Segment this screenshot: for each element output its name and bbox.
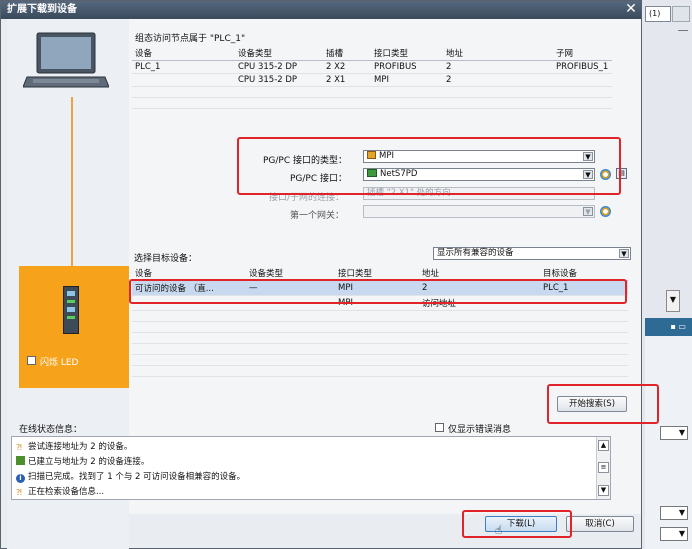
list-item: 已建立与地址为 2 的设备连接。 (16, 455, 149, 467)
first-gateway-label: 第一个网关： (290, 211, 345, 221)
config-table: 设备 设备类型 插槽 接口类型 地址 子网 PLC_1 CPU 315-2 DP… (132, 46, 612, 109)
cell: 2 X2 (323, 60, 371, 74)
config-col-type: 设备类型 (235, 46, 323, 61)
table-row (132, 343, 628, 355)
first-gateway-dropdown[interactable]: ▼ (363, 205, 595, 218)
background-toolbar: ▪ ▭ (645, 318, 692, 336)
cancel-button[interactable]: 取消(C) (566, 516, 634, 532)
list-item: ⁈ 正在检索设备信息... (16, 485, 104, 497)
config-col-address: 地址 (443, 46, 553, 61)
errors-only-checkbox[interactable] (435, 423, 444, 432)
device-filter-value: 显示所有兼容的设备 (437, 248, 514, 258)
scroll-up-icon[interactable]: ▲ (598, 440, 609, 451)
background-dropdown[interactable]: ▼ (660, 426, 688, 440)
cell: PLC_1 (132, 60, 235, 74)
table-row (132, 321, 628, 333)
flash-led-label: 闪烁 LED (40, 358, 79, 368)
background-scroll-down-icon[interactable]: ▼ (666, 290, 680, 312)
cell: 2 (443, 60, 553, 74)
mouse-cursor-icon: ☝ (495, 523, 503, 537)
scroll-thumb[interactable]: ≡ (598, 462, 609, 473)
scroll-down-icon[interactable]: ▼ (598, 485, 609, 496)
connected-icon (16, 456, 25, 465)
gateway-status-icon[interactable] (600, 206, 611, 217)
log-text: 扫描已完成。找到了 1 个与 2 可访问设备相兼容的设备。 (28, 472, 246, 482)
table-row (132, 86, 612, 98)
background-dropdown-2[interactable]: ▼ (660, 506, 688, 520)
target-row-highlight (129, 279, 627, 304)
log-scrollbar[interactable]: ▲ ≡ ▼ (596, 437, 610, 499)
config-col-iface: 接口类型 (371, 46, 443, 61)
plc-device-icon (63, 286, 79, 334)
cell (553, 73, 612, 87)
download-dialog: 扩展下载到设备 ✕ 闪烁 LED 组态访问节点属于 "PLC_1" 设备 设备类… (0, 0, 659, 549)
laptop-icon (23, 32, 109, 88)
cell: 2 X1 (323, 73, 371, 87)
table-row (132, 97, 612, 109)
config-col-subnet: 子网 (553, 46, 612, 61)
connection-line (71, 97, 73, 267)
log-text: 已建立与地址为 2 的设备连接。 (28, 457, 150, 467)
chevron-down-icon[interactable]: ▼ (619, 249, 629, 258)
list-item: ⁈ 尝试连接地址为 2 的设备。 (16, 440, 132, 452)
chevron-down-icon[interactable]: ▼ (583, 207, 593, 216)
cell: PROFIBUS (371, 60, 443, 74)
dialog-title: 扩展下载到设备 (1, 1, 641, 19)
background-divider (678, 30, 688, 31)
cell: CPU 315-2 DP (235, 73, 323, 87)
device-filter-dropdown[interactable]: 显示所有兼容的设备 ▼ (433, 247, 631, 260)
log-text: 尝试连接地址为 2 的设备。 (28, 442, 133, 452)
info-icon: i (16, 474, 25, 483)
target-section-title: 选择目标设备： (134, 254, 198, 264)
cell (132, 73, 235, 87)
config-section-title: 组态访问节点属于 "PLC_1" (135, 34, 246, 44)
interface-highlight (237, 137, 621, 195)
background-tab-2[interactable] (672, 6, 690, 22)
searching-icon: ⁈ (16, 488, 22, 497)
errors-only-label: 仅显示错误消息 (448, 425, 512, 435)
background-dropdown-3[interactable]: ▼ (660, 527, 688, 541)
table-row (132, 310, 628, 322)
table-row[interactable]: CPU 315-2 DP 2 X1 MPI 2 (132, 73, 612, 87)
flash-led-checkbox[interactable] (27, 356, 36, 365)
background-toolbar-icon[interactable]: ▪ ▭ (670, 322, 686, 331)
download-highlight (462, 510, 572, 538)
table-row (132, 365, 628, 377)
close-icon[interactable]: ✕ (623, 2, 639, 18)
table-row (132, 354, 628, 366)
cell: PROFIBUS_1 (553, 60, 612, 74)
online-status-title: 在线状态信息： (19, 425, 83, 435)
log-text: 正在检索设备信息... (28, 487, 105, 497)
search-highlight (547, 384, 659, 424)
background-tab[interactable]: (1) (645, 6, 671, 22)
list-item: i 扫描已完成。找到了 1 个与 2 可访问设备相兼容的设备。 (16, 470, 245, 483)
cell: MPI (371, 73, 443, 87)
searching-icon: ⁈ (16, 443, 22, 452)
status-log: ⁈ 尝试连接地址为 2 的设备。 已建立与地址为 2 的设备连接。 i 扫描已完成。… (11, 436, 611, 500)
table-row (132, 332, 628, 344)
config-col-slot: 插槽 (323, 46, 371, 61)
cell: CPU 315-2 DP (235, 60, 323, 74)
table-row[interactable]: PLC_1 CPU 315-2 DP 2 X2 PROFIBUS 2 PROFI… (132, 60, 612, 74)
cell: 2 (443, 73, 553, 87)
config-col-device: 设备 (132, 46, 235, 61)
